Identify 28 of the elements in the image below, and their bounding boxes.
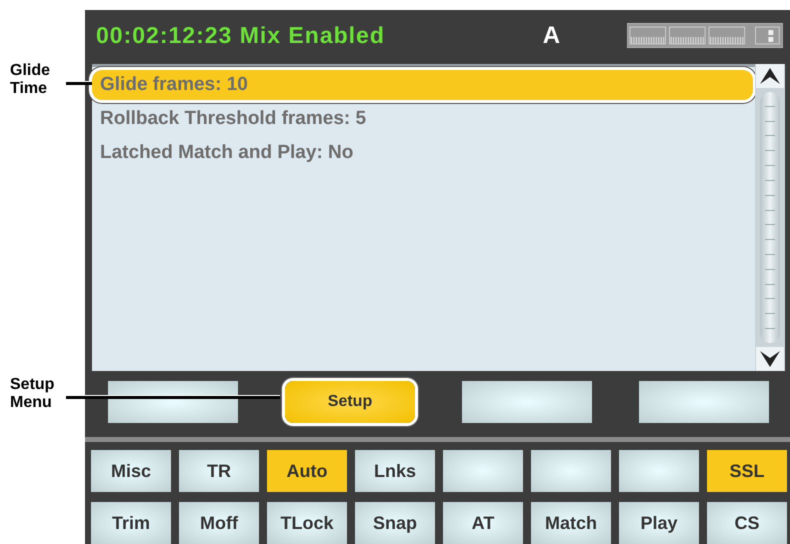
scroll-down-icon[interactable] xyxy=(756,347,784,372)
scrollbar[interactable] xyxy=(755,64,785,372)
console-button[interactable]: Auto xyxy=(267,450,347,492)
console-button[interactable]: Moff xyxy=(179,502,259,544)
console-button[interactable]: AT xyxy=(443,502,523,544)
status-text: 00:02:12:23 Mix Enabled xyxy=(96,22,386,50)
console-button[interactable]: TLock xyxy=(267,502,347,544)
meter-icon xyxy=(626,23,783,48)
console-button[interactable]: Trim xyxy=(91,502,171,544)
console-button[interactable] xyxy=(531,450,611,492)
console-button[interactable]: Play xyxy=(619,502,699,544)
console-button[interactable] xyxy=(443,450,523,492)
console-button[interactable]: SSL xyxy=(707,450,787,492)
console-button[interactable]: Match xyxy=(531,502,611,544)
list-item[interactable]: Rollback Threshold frames: 5 xyxy=(92,104,753,134)
annotation-label: Glide Time xyxy=(10,62,52,98)
console-button[interactable]: Misc xyxy=(91,450,171,492)
console-button[interactable]: CS xyxy=(707,502,787,544)
console-button[interactable]: Lnks xyxy=(355,450,435,492)
mode-indicator: A xyxy=(542,22,562,50)
console-button[interactable]: Snap xyxy=(355,502,435,544)
list-item[interactable]: Latched Match and Play: No xyxy=(92,138,753,168)
soft-key[interactable]: Setup xyxy=(285,381,415,424)
scroll-up-icon[interactable] xyxy=(756,64,784,88)
annotation-label: Setup Menu xyxy=(10,376,56,412)
soft-key[interactable] xyxy=(108,381,238,424)
console-button[interactable]: TR xyxy=(179,450,259,492)
console-button[interactable] xyxy=(619,450,699,492)
